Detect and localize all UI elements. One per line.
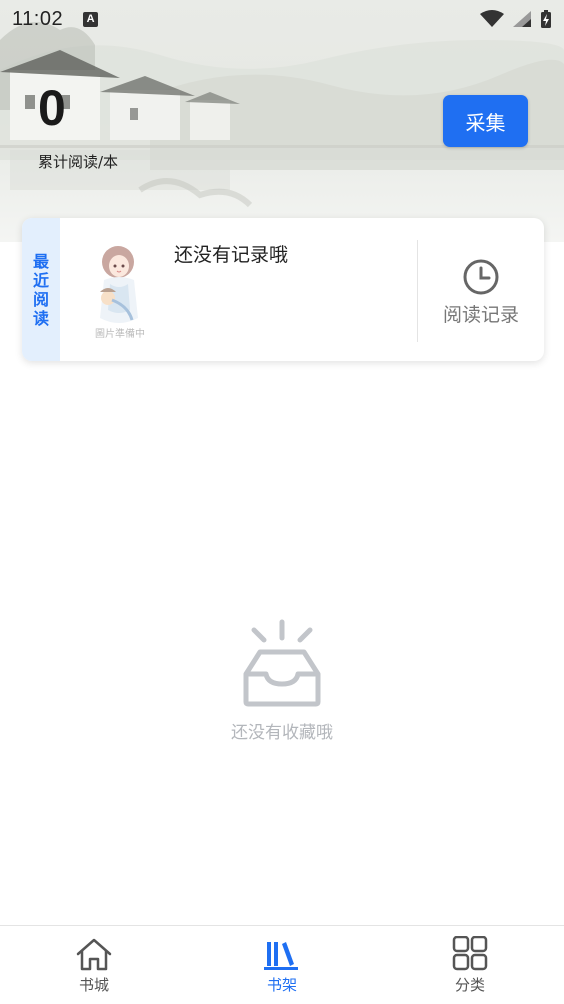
recent-reading-card[interactable]: 最近阅读 圖片準備中 还没有记录哦 阅读记录 (22, 218, 544, 361)
status-time: 11:02 (12, 7, 64, 30)
reading-history-label: 阅读记录 (442, 304, 519, 326)
collect-button[interactable]: 采集 (443, 95, 528, 147)
status-icons (480, 9, 552, 29)
bookshelf-icon (264, 942, 298, 970)
read-count: 0 (38, 80, 66, 136)
read-count-label: 累计阅读/本 (38, 153, 119, 171)
empty-shelf-state: 还没有收藏哦 (0, 618, 564, 743)
nav-item-category[interactable]: 分类 (376, 926, 564, 1004)
cover-placeholder-image (100, 246, 138, 323)
recent-empty-title: 还没有记录哦 (174, 244, 289, 266)
nav-item-bookshelf[interactable]: 书架 (188, 926, 376, 1004)
nav-label-category: 分类 (454, 976, 485, 994)
notification-a-icon: A (83, 11, 99, 27)
bottom-navigation: 书城 书架 分类 (0, 925, 564, 1004)
reading-history-button[interactable]: 阅读记录 (418, 258, 544, 327)
cover-caption: 圖片準備中 (95, 329, 145, 340)
clock-icon (463, 259, 499, 295)
empty-inbox-icon (243, 619, 321, 707)
nav-label-bookshelf: 书架 (266, 976, 297, 994)
home-icon (76, 938, 112, 971)
empty-shelf-text: 还没有收藏哦 (231, 723, 333, 743)
signal-icon (513, 11, 531, 27)
grid-icon (452, 936, 488, 971)
wifi-icon (480, 10, 504, 27)
battery-icon (541, 10, 551, 28)
nav-label-bookstore: 书城 (78, 976, 109, 994)
recent-reading-tab: 最近阅读 (22, 218, 60, 361)
status-bar: 11:02 A (0, 0, 564, 38)
recent-reading-tab-label: 最近阅读 (32, 251, 49, 328)
nav-item-bookstore[interactable]: 书城 (0, 926, 188, 1004)
